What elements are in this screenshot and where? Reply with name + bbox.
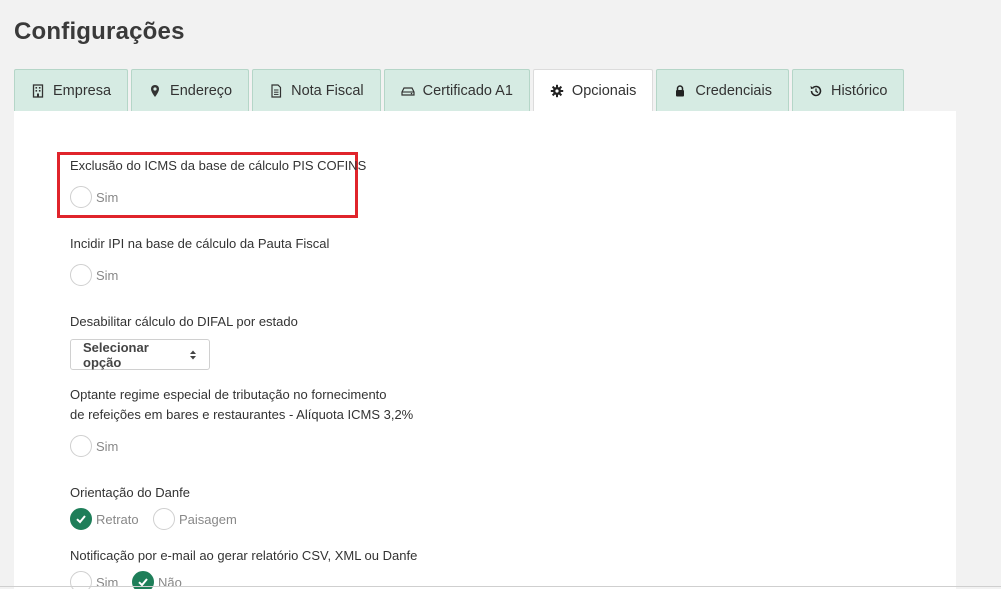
tab-label: Credenciais	[695, 82, 772, 99]
radio-circle-checked	[70, 508, 92, 530]
radio-label: Retrato	[96, 511, 139, 527]
tab-credenciais[interactable]: Credenciais	[656, 69, 789, 111]
checkmark-icon	[76, 515, 86, 524]
ipi-pauta-sim-radio[interactable]: Sim	[70, 264, 118, 286]
tab-historico[interactable]: Histórico	[791, 69, 905, 111]
tab-label: Histórico	[830, 82, 888, 99]
lock-icon	[673, 84, 687, 98]
radio-circle	[153, 508, 175, 530]
building-icon	[31, 83, 45, 98]
radio-circle	[70, 186, 92, 208]
icms-pis-cofins-label: Exclusão do ICMS da base de cálculo PIS …	[70, 158, 367, 173]
tab-endereco[interactable]: Endereço	[131, 69, 250, 111]
tab-empresa[interactable]: Empresa	[14, 69, 129, 111]
danfe-retrato-radio[interactable]: Retrato	[70, 508, 139, 530]
document-icon	[269, 83, 283, 98]
tab-certificado-a1[interactable]: Certificado A1	[383, 69, 530, 111]
select-value: Selecionar opção	[83, 339, 149, 370]
tab-label: Nota Fiscal	[291, 82, 364, 99]
tab-label: Opcionais	[571, 82, 637, 99]
sort-arrows-icon	[189, 349, 197, 361]
difal-label: Desabilitar cálculo do DIFAL por estado	[70, 314, 298, 329]
danfe-paisagem-radio[interactable]: Paisagem	[153, 508, 237, 530]
tab-label: Empresa	[53, 82, 112, 99]
history-icon	[809, 84, 823, 98]
regime-especial-sim-radio[interactable]: Sim	[70, 435, 118, 457]
radio-label: Sim	[96, 189, 119, 205]
regime-especial-label-line2: de refeições em bares e restaurantes - A…	[70, 407, 414, 422]
email-notification-label: Notificação por e-mail ao gerar relatóri…	[70, 548, 418, 563]
page-title: Configurações	[14, 18, 185, 45]
regime-especial-label-line1: Optante regime especial de tributação no…	[70, 387, 387, 402]
tab-label: Endereço	[170, 82, 233, 99]
radio-circle	[70, 264, 92, 286]
danfe-orientation-label: Orientação do Danfe	[70, 485, 190, 500]
tab-opcionais[interactable]: Opcionais	[532, 69, 654, 111]
gear-icon	[550, 84, 564, 98]
drive-icon	[401, 84, 415, 98]
ipi-pauta-label: Incidir IPI na base de cálculo da Pauta …	[70, 236, 330, 251]
opcionais-panel: Exclusão do ICMS da base de cálculo PIS …	[14, 111, 956, 589]
radio-label: Sim	[96, 438, 119, 454]
radio-circle	[70, 435, 92, 457]
icms-pis-cofins-sim-radio[interactable]: Sim	[70, 186, 118, 208]
tab-nota-fiscal[interactable]: Nota Fiscal	[252, 69, 381, 111]
tab-label: Certificado A1	[422, 82, 513, 99]
tab-bar: Empresa Endereço Nota Fiscal Certificado…	[14, 69, 907, 111]
map-marker-icon	[148, 84, 162, 98]
radio-label: Sim	[96, 267, 119, 283]
radio-label: Paisagem	[179, 511, 237, 527]
difal-select[interactable]: Selecionar opção	[70, 339, 210, 370]
divider	[0, 586, 1001, 587]
